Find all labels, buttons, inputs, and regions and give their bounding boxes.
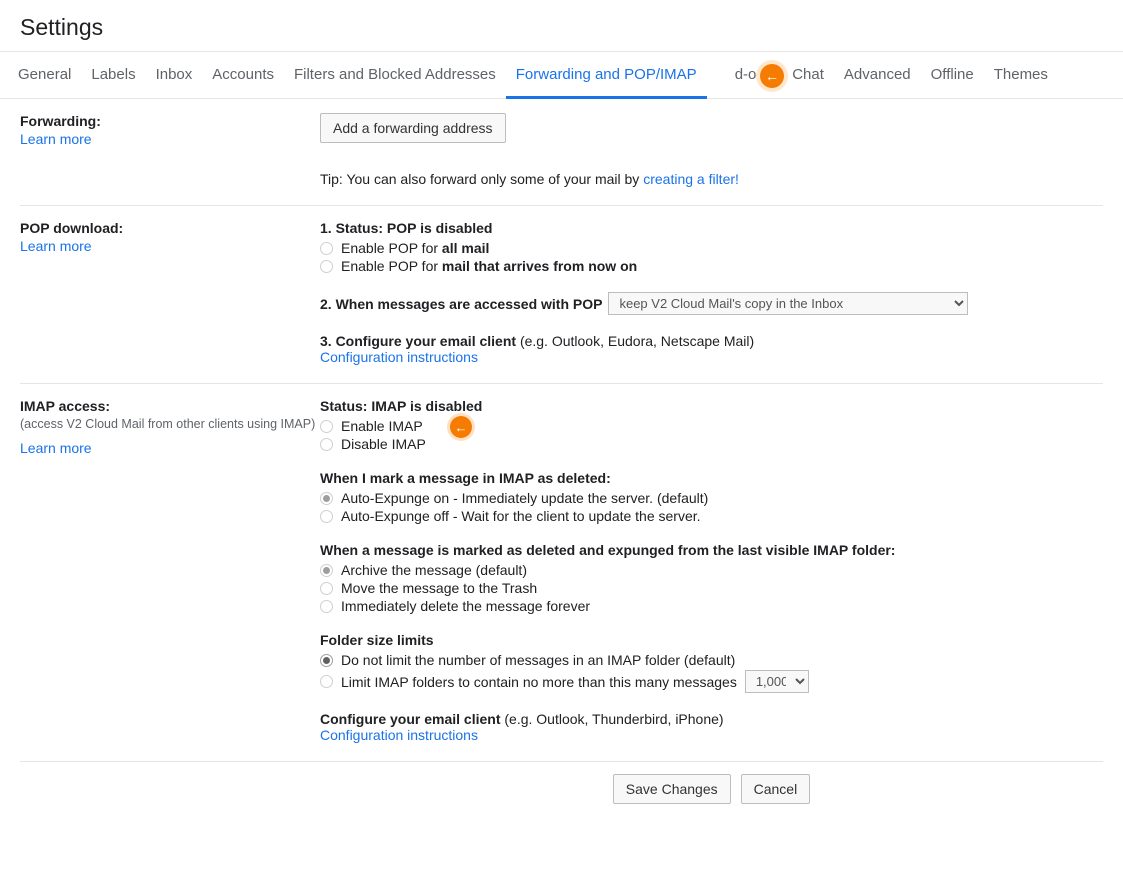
folder-size-heading: Folder size limits	[320, 632, 1103, 648]
auto-expunge-off-radio[interactable]	[320, 510, 333, 523]
pop-opt1-prefix: Enable POP for	[341, 240, 442, 256]
cancel-button[interactable]: Cancel	[741, 774, 811, 804]
imap-disable-label: Disable IMAP	[341, 436, 426, 452]
imap-heading: IMAP access:	[20, 398, 320, 414]
annotation-arrow-icon: ←	[760, 64, 784, 88]
pop-opt2-bold: mail that arrives from now on	[442, 258, 637, 274]
tab-labels[interactable]: Labels	[81, 52, 145, 98]
tab-offline[interactable]: Offline	[921, 52, 984, 98]
auto-expunge-off-label: Auto-Expunge off - Wait for the client t…	[341, 508, 701, 524]
forwarding-heading: Forwarding:	[20, 113, 320, 129]
imap-status-label: Status:	[320, 398, 371, 414]
pop-status-label: 1. Status:	[320, 220, 387, 236]
expunged-delete-radio[interactable]	[320, 600, 333, 613]
tab-general[interactable]: General	[8, 52, 81, 98]
save-changes-button[interactable]: Save Changes	[613, 774, 731, 804]
pop-enable-now-label: Enable POP for mail that arrives from no…	[341, 258, 637, 274]
folder-nolimit-label: Do not limit the number of messages in a…	[341, 652, 735, 668]
pop-configuration-instructions-link[interactable]: Configuration instructions	[320, 349, 478, 365]
footer-buttons: Save Changes Cancel	[300, 762, 1123, 824]
imap-disable-radio[interactable]	[320, 438, 333, 451]
imap-expunged-heading: When a message is marked as deleted and …	[320, 542, 1103, 558]
folder-nolimit-radio[interactable]	[320, 654, 333, 667]
pop-configure-hint: (e.g. Outlook, Eudora, Netscape Mail)	[520, 333, 754, 349]
expunged-trash-radio[interactable]	[320, 582, 333, 595]
imap-status-value: IMAP is disabled	[371, 398, 482, 414]
pop-enable-now-radio[interactable]	[320, 260, 333, 273]
auto-expunge-on-radio[interactable]	[320, 492, 333, 505]
folder-limit-label: Limit IMAP folders to contain no more th…	[341, 674, 737, 690]
tab-chat[interactable]: Chat	[782, 52, 834, 98]
folder-limit-select[interactable]: 1,000	[745, 670, 809, 693]
folder-limit-radio[interactable]	[320, 675, 333, 688]
pop-when-accessed-label: 2. When messages are accessed with POP	[320, 296, 602, 312]
settings-tabs: General Labels Inbox Accounts Filters an…	[0, 51, 1123, 99]
expunged-archive-radio[interactable]	[320, 564, 333, 577]
section-imap-access: IMAP access: (access V2 Cloud Mail from …	[20, 384, 1103, 762]
pop-enable-all-radio[interactable]	[320, 242, 333, 255]
expunged-archive-label: Archive the message (default)	[341, 562, 527, 578]
page-title: Settings	[0, 0, 1123, 51]
pop-when-accessed-select[interactable]: keep V2 Cloud Mail's copy in the Inbox	[608, 292, 968, 315]
imap-configuration-instructions-link[interactable]: Configuration instructions	[320, 727, 478, 743]
tab-inbox[interactable]: Inbox	[146, 52, 203, 98]
imap-configure-hint: (e.g. Outlook, Thunderbird, iPhone)	[504, 711, 723, 727]
add-forwarding-address-button[interactable]: Add a forwarding address	[320, 113, 506, 143]
pop-configure-line: 3. Configure your email client (e.g. Out…	[320, 333, 1103, 349]
forwarding-tip: Tip: You can also forward only some of y…	[320, 171, 1103, 187]
tab-accounts[interactable]: Accounts	[202, 52, 284, 98]
section-forwarding: Forwarding: Learn more Add a forwarding …	[20, 99, 1103, 206]
imap-status-line: Status: IMAP is disabled	[320, 398, 1103, 414]
expunged-trash-label: Move the message to the Trash	[341, 580, 537, 596]
imap-enable-radio[interactable]	[320, 420, 333, 433]
tab-forwarding-pop-imap[interactable]: Forwarding and POP/IMAP	[506, 52, 707, 99]
pop-opt1-bold: all mail	[442, 240, 489, 256]
pop-status-value: POP is disabled	[387, 220, 493, 236]
imap-deleted-heading: When I mark a message in IMAP as deleted…	[320, 470, 1103, 486]
tab-themes[interactable]: Themes	[984, 52, 1058, 98]
imap-configure-line: Configure your email client (e.g. Outloo…	[320, 711, 1103, 727]
imap-enable-label: Enable IMAP	[341, 418, 423, 434]
pop-heading: POP download:	[20, 220, 320, 236]
imap-configure-label: Configure your email client	[320, 711, 504, 727]
forwarding-learn-more-link[interactable]: Learn more	[20, 131, 92, 147]
auto-expunge-on-label: Auto-Expunge on - Immediately update the…	[341, 490, 708, 506]
expunged-delete-label: Immediately delete the message forever	[341, 598, 590, 614]
creating-filter-link[interactable]: creating a filter!	[643, 171, 739, 187]
pop-learn-more-link[interactable]: Learn more	[20, 238, 92, 254]
pop-status-line: 1. Status: POP is disabled	[320, 220, 1103, 236]
annotation-arrow-icon: ←	[450, 416, 472, 438]
tab-advanced[interactable]: Advanced	[834, 52, 921, 98]
tab-filters[interactable]: Filters and Blocked Addresses	[284, 52, 506, 98]
pop-opt2-prefix: Enable POP for	[341, 258, 442, 274]
forwarding-tip-text: Tip: You can also forward only some of y…	[320, 171, 643, 187]
section-pop-download: POP download: Learn more 1. Status: POP …	[20, 206, 1103, 384]
pop-enable-all-label: Enable POP for all mail	[341, 240, 489, 256]
pop-configure-label: 3. Configure your email client	[320, 333, 520, 349]
imap-learn-more-link[interactable]: Learn more	[20, 440, 92, 456]
imap-subtext: (access V2 Cloud Mail from other clients…	[20, 416, 320, 434]
